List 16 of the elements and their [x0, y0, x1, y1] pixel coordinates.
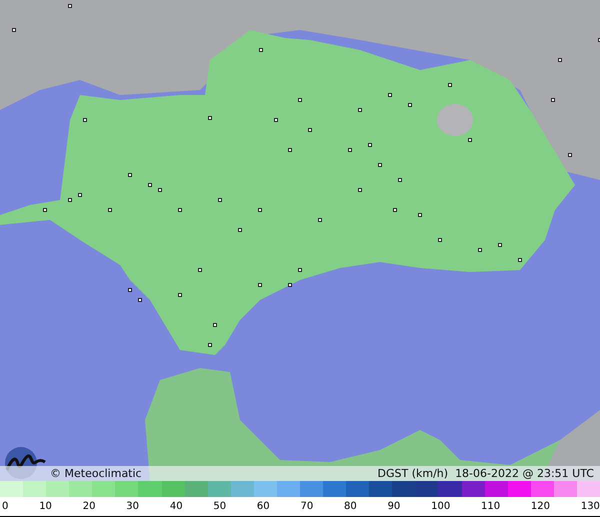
legend-tick-label: 90 [388, 501, 400, 512]
legend-tick-label: 50 [213, 501, 226, 512]
legend-tick-label: 10 [39, 501, 52, 512]
legend-tick-label: 30 [126, 501, 140, 512]
legend-tick-label: 130 [580, 501, 600, 512]
legend-tick-label: 70 [300, 501, 314, 512]
legend-tick-label: 60 [256, 501, 270, 512]
legend-tick-label: 100 [431, 501, 450, 512]
legend-tick-label: 80 [344, 501, 357, 512]
legend-tick-label: 110 [481, 501, 500, 512]
map-title: DGST (km/h) 18-06-2022 @ 23:51 UTC [378, 467, 594, 480]
legend-tick-label: 20 [82, 501, 96, 512]
legend-tick-label: 0 [2, 501, 8, 512]
legend-tick-label: 120 [530, 501, 550, 512]
copyright-text: © Meteoclimatic [50, 467, 142, 480]
legend-tick-label: 40 [170, 501, 183, 512]
